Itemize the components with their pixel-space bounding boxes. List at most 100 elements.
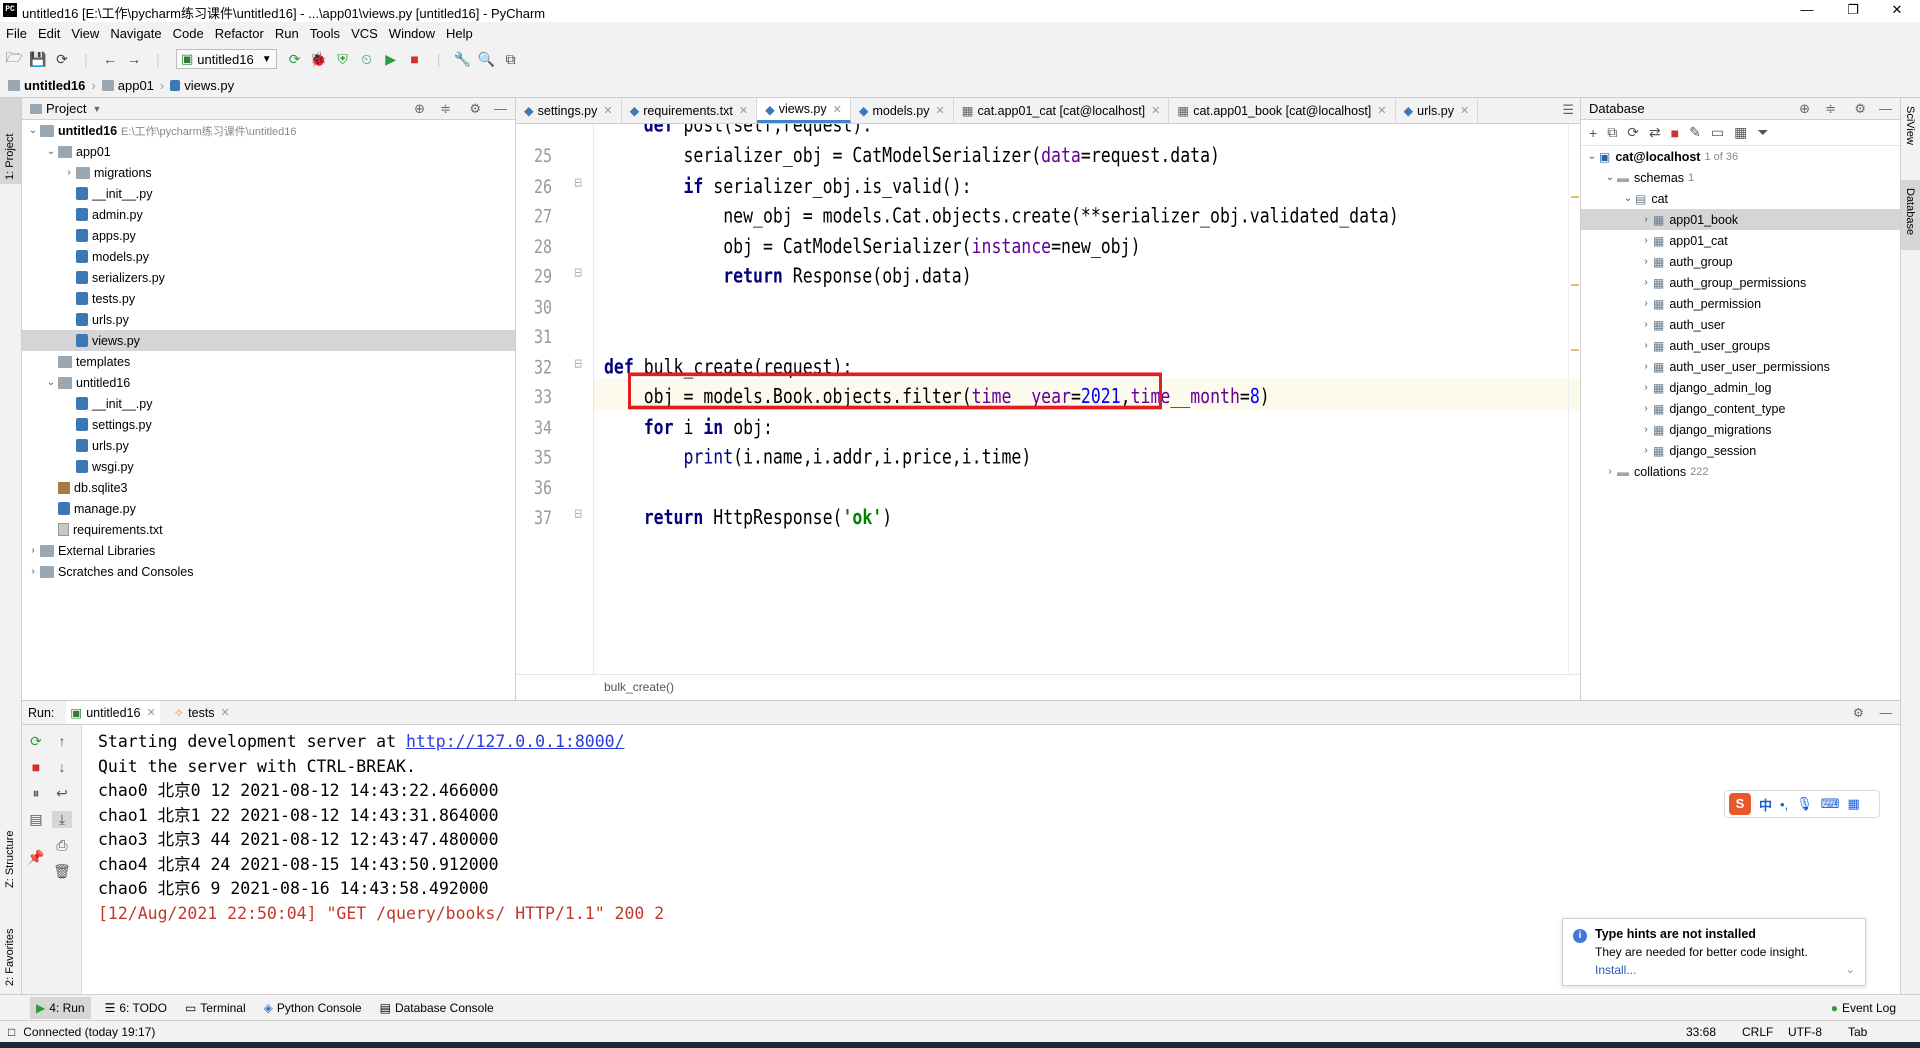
indent-setting[interactable]: Tab [1848, 1025, 1867, 1039]
hide-panel-icon[interactable]: — [1879, 101, 1892, 116]
run-config-select[interactable]: ▣ untitled16 ▼ [176, 49, 277, 69]
stop-icon[interactable]: ■ [1671, 125, 1679, 141]
tree-item[interactable]: tests.py [22, 288, 515, 309]
db-tree-item[interactable]: ⌄ ▬ schemas 1 [1581, 167, 1900, 188]
terminal-tool-button[interactable]: ▭ Terminal [185, 1001, 246, 1015]
menu-refactor[interactable]: Refactor [215, 26, 264, 41]
tree-item[interactable]: ⌄ untitled16 E:\工作\pycharm练习课件\untitled16 [22, 120, 515, 141]
caret-position[interactable]: 33:68 [1686, 1025, 1716, 1039]
tree-item[interactable]: __init__.py [22, 183, 515, 204]
collapse-all-icon[interactable]: ≑ [440, 101, 451, 117]
chevron-down-icon[interactable]: ⌄ [1585, 151, 1599, 162]
keyboard-icon[interactable]: ⌨ [1821, 796, 1840, 812]
hide-panel-icon[interactable]: — [1880, 706, 1893, 720]
breadcrumb-project[interactable]: untitled16 [24, 78, 85, 93]
tree-item[interactable]: requirements.txt [22, 519, 515, 540]
todo-tool-button[interactable]: ☰ 6: TODO [105, 1001, 167, 1015]
db-table-item[interactable]: › ▦ django_admin_log [1581, 377, 1900, 398]
chevron-right-icon[interactable]: › [1639, 214, 1653, 225]
db-table-item[interactable]: › ▦ auth_group [1581, 251, 1900, 272]
tree-item[interactable]: › migrations [22, 162, 515, 183]
db-tree-item[interactable]: ⌄ ▤ cat [1581, 188, 1900, 209]
save-icon[interactable]: 💾 [26, 51, 50, 68]
rerun-icon[interactable]: ⟳ [283, 51, 307, 68]
run-tool-button[interactable]: ▶ 4: Run [30, 996, 91, 1019]
tab-list-icon[interactable]: ☰ [1562, 102, 1574, 118]
chevron-down-icon[interactable]: ⌄ [44, 146, 58, 157]
chevron-right-icon[interactable]: › [62, 167, 76, 178]
tree-item[interactable]: db.sqlite3 [22, 477, 515, 498]
apps-icon[interactable]: ▦ [1847, 796, 1859, 812]
close-icon[interactable]: ✕ [1377, 104, 1386, 117]
chevron-right-icon[interactable]: › [1639, 445, 1653, 456]
close-icon[interactable]: ✕ [221, 706, 230, 719]
breadcrumb-app01[interactable]: app01 [118, 78, 154, 93]
db-table-item[interactable]: › ▦ app01_cat [1581, 230, 1900, 251]
restore-layout-icon[interactable]: ▤ [26, 811, 46, 828]
menu-help[interactable]: Help [446, 26, 473, 41]
debug-icon[interactable]: 🐞 [307, 51, 331, 68]
tree-item[interactable]: settings.py [22, 414, 515, 435]
tree-item[interactable]: admin.py [22, 204, 515, 225]
sync-icon[interactable]: ⟳ [50, 51, 74, 68]
chevron-down-icon[interactable]: ⌄ [26, 125, 40, 136]
sciview-tool-label[interactable]: SciView [1904, 106, 1916, 145]
tree-item[interactable]: serializers.py [22, 267, 515, 288]
back-icon[interactable]: ← [98, 51, 122, 67]
stop-icon[interactable]: ■ [26, 759, 46, 775]
menu-navigate[interactable]: Navigate [110, 26, 161, 41]
down-arrow-icon[interactable]: ↓ [52, 759, 72, 775]
add-icon[interactable]: + [1589, 125, 1597, 141]
file-encoding[interactable]: UTF-8 [1788, 1025, 1822, 1039]
chevron-right-icon[interactable]: › [1639, 424, 1653, 435]
menu-code[interactable]: Code [173, 26, 204, 41]
tab-table[interactable]: ▦ cat.app01_cat [cat@localhost] ✕ [954, 98, 1170, 123]
microphone-icon[interactable]: 🎙 [1796, 796, 1813, 812]
project-panel-title[interactable]: Project [46, 101, 86, 116]
breadcrumb-file[interactable]: views.py [184, 78, 234, 93]
ime-toolbar[interactable]: S 中 •, 🎙 ⌨ ▦ [1724, 790, 1880, 818]
server-url-link[interactable]: http://127.0.0.1:8000/ [406, 732, 625, 751]
tree-item[interactable]: urls.py [22, 309, 515, 330]
chevron-right-icon[interactable]: › [26, 545, 40, 556]
db-table-item[interactable]: › ▦ django_migrations [1581, 419, 1900, 440]
chevron-down-icon[interactable]: ⌄ [1846, 963, 1855, 976]
menu-tools[interactable]: Tools [310, 26, 340, 41]
copy-icon[interactable]: ⧉ [1607, 124, 1617, 141]
chevron-right-icon[interactable]: › [1603, 466, 1617, 477]
event-log-button[interactable]: ● Event Log [1831, 1001, 1896, 1015]
menu-window[interactable]: Window [389, 26, 435, 41]
close-icon[interactable]: ✕ [1460, 104, 1469, 117]
tab-file[interactable]: ◆ models.py ✕ [851, 98, 954, 123]
ime-mode[interactable]: 中 [1759, 795, 1772, 814]
tree-item[interactable]: urls.py [22, 435, 515, 456]
db-table-item[interactable]: › ▦ auth_user_user_permissions [1581, 356, 1900, 377]
print-icon[interactable]: ⎙ [52, 837, 72, 854]
edit-icon[interactable]: ✎ [1689, 124, 1701, 141]
tab-file[interactable]: ◆ urls.py ✕ [1396, 98, 1479, 123]
wrench-icon[interactable]: 🔧 [451, 51, 475, 68]
chevron-right-icon[interactable]: › [1639, 382, 1653, 393]
sync-schema-icon[interactable]: ⇄ [1649, 124, 1661, 141]
filter-icon[interactable]: ⏷ [1757, 124, 1768, 141]
close-icon[interactable]: ✕ [1151, 104, 1160, 117]
chevron-right-icon[interactable]: › [1639, 319, 1653, 330]
tab-file[interactable]: ◆ requirements.txt ✕ [622, 98, 758, 123]
chevron-down-icon[interactable]: ▼ [92, 104, 101, 114]
project-tool-label[interactable]: 1: Project [4, 134, 16, 180]
db-table-item[interactable]: › ▦ app01_book [1581, 209, 1900, 230]
tree-item[interactable]: templates [22, 351, 515, 372]
tree-item[interactable]: manage.py [22, 498, 515, 519]
close-icon[interactable]: ✕ [935, 104, 944, 117]
menu-edit[interactable]: Edit [38, 26, 60, 41]
database-tool-label[interactable]: Database [1904, 188, 1916, 235]
fold-marker-icon[interactable]: ⊟ [574, 357, 582, 371]
close-icon[interactable]: ✕ [146, 706, 155, 719]
close-icon[interactable]: ✕ [833, 103, 842, 116]
refresh-icon[interactable]: ⟳ [1627, 124, 1639, 141]
chevron-down-icon[interactable]: ⌄ [44, 377, 58, 388]
run-concurrency-icon[interactable]: ▶ [379, 51, 403, 68]
console-icon[interactable]: ▭ [1711, 124, 1724, 141]
collapse-all-icon[interactable]: ≑ [1825, 101, 1836, 117]
structure-tool-label[interactable]: Z: Structure [4, 831, 16, 888]
